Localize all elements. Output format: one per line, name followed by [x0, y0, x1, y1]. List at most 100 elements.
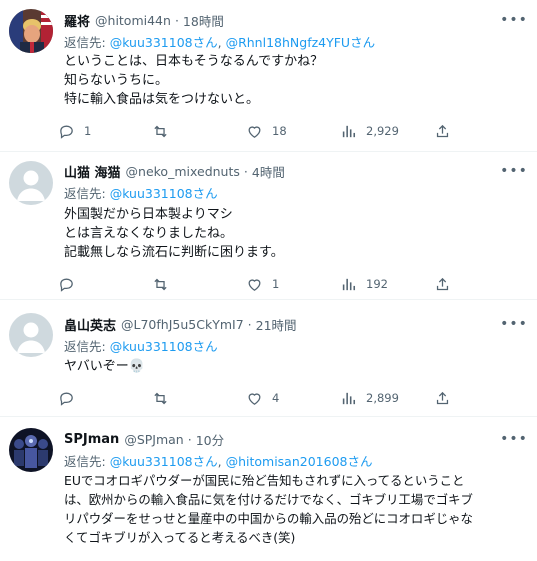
retweet-button[interactable]: [152, 276, 242, 293]
display-name[interactable]: 畠山英志: [64, 315, 116, 334]
retweet-icon: [154, 278, 167, 290]
tweet-text: EUでコオロギパウダーが国民に殆ど告知もされずに入ってるということ は、欧州から…: [64, 471, 523, 547]
reply-icon: [60, 278, 73, 292]
more-icon[interactable]: •••: [500, 163, 527, 179]
views-button[interactable]: 2,929: [340, 123, 430, 140]
like-button[interactable]: 18: [246, 123, 336, 140]
views-count: 2,929: [366, 124, 399, 138]
reply-count: 1: [84, 124, 92, 138]
retweet-icon: [154, 392, 167, 404]
timestamp[interactable]: 18時間: [183, 11, 224, 30]
timestamp[interactable]: 10分: [196, 430, 224, 449]
like-button[interactable]: 4: [246, 390, 336, 407]
timestamp[interactable]: 4時間: [252, 162, 285, 181]
reply-mention[interactable]: @kuu331108さん: [110, 35, 218, 50]
heart-icon: [248, 392, 261, 405]
reply-to-line: 返信先: @kuu331108さん, @hitomisan201608さん: [64, 451, 372, 470]
avatar[interactable]: [9, 9, 53, 53]
like-count: 4: [272, 391, 280, 405]
text-line: とは言えなくなりましたね。: [64, 226, 234, 241]
share-icon: [436, 277, 449, 290]
tweet-header: 畠山英志 @L70fhJ5u5CkYmI7 · 21時間: [64, 314, 297, 334]
display-name[interactable]: 山猫 海猫: [64, 162, 121, 181]
text-line: くてゴキブリが入ってると考えるべき(笑): [64, 530, 296, 545]
avatar[interactable]: [9, 161, 53, 205]
tweet[interactable]: 畠山英志 @L70fhJ5u5CkYmI7 · 21時間 ••• 返信先: @k…: [0, 300, 537, 417]
tweet[interactable]: 山猫 海猫 @neko_mixednuts · 4時間 ••• 返信先: @ku…: [0, 152, 537, 300]
user-handle[interactable]: @SPJman: [124, 432, 183, 447]
action-bar: 4 2,899: [58, 387, 454, 409]
reply-button[interactable]: [58, 276, 148, 293]
retweet-button[interactable]: [152, 123, 242, 140]
timestamp[interactable]: 21時間: [256, 315, 297, 334]
share-button[interactable]: [434, 276, 454, 293]
share-icon: [436, 124, 449, 137]
reply-to-line: 返信先: @kuu331108さん: [64, 336, 218, 355]
retweet-button[interactable]: [152, 390, 242, 407]
tweet-header: 山猫 海猫 @neko_mixednuts · 4時間: [64, 161, 285, 181]
more-icon[interactable]: •••: [500, 316, 527, 332]
reply-button[interactable]: 1: [58, 123, 148, 140]
separator: ·: [174, 12, 179, 28]
tweet-text: ということは、日本もそうなるんですかね？ 知らないうちに。 特に輸入食品は気をつ…: [64, 52, 523, 109]
reply-mention[interactable]: @hitomisan201608さん: [226, 454, 373, 469]
text-line: リパウダーをせっせと量産中の中国からの輸入品の殆どにコオロギじゃな: [64, 511, 473, 526]
views-count: 192: [366, 277, 388, 291]
like-button[interactable]: 1: [246, 276, 336, 293]
display-name[interactable]: 羅将: [64, 11, 90, 30]
retweet-icon: [154, 125, 167, 137]
heart-icon: [248, 278, 261, 291]
reply-to-line: 返信先: @kuu331108さん: [64, 183, 218, 202]
views-count: 2,899: [366, 391, 399, 405]
text-line: は、欧州からの輸入食品に気を付けるだけでなく、ゴキブリ工場でゴキブ: [64, 492, 473, 507]
reply-prefix: 返信先:: [64, 339, 106, 354]
share-icon: [436, 391, 449, 404]
reply-mention[interactable]: @kuu331108さん: [110, 186, 218, 201]
heart-icon: [248, 125, 261, 138]
text-line: 知らないうちに。: [64, 73, 169, 88]
more-icon[interactable]: •••: [500, 12, 527, 28]
reply-icon: [60, 392, 73, 406]
tweet-header: 羅将 @hitomi44n · 18時間: [64, 10, 224, 30]
views-button[interactable]: 2,899: [340, 390, 430, 407]
text-line: ということは、日本もそうなるんですかね？: [64, 54, 324, 69]
tweet[interactable]: SPJman @SPJman · 10分 ••• 返信先: @kuu331108…: [0, 417, 537, 561]
tweet[interactable]: 羅将 @hitomi44n · 18時間 ••• 返信先: @kuu331108…: [0, 0, 537, 152]
reply-prefix: 返信先:: [64, 35, 106, 50]
reply-icon: [60, 125, 73, 139]
user-handle[interactable]: @L70fhJ5u5CkYmI7: [121, 317, 244, 332]
tweet-text: ヤバいぞー💀: [64, 357, 523, 376]
reply-mention[interactable]: @kuu331108さん: [110, 454, 218, 469]
avatar[interactable]: [9, 428, 53, 472]
mention-comma: ,: [217, 35, 226, 50]
text-line: 記載無しなら流石に判断に困ります。: [64, 245, 284, 260]
reply-button[interactable]: [58, 390, 148, 407]
reply-mention[interactable]: @Rhnl18hNgfz4YFUさん: [226, 35, 376, 50]
text-line: 特に輸入食品は気をつけないと。: [64, 92, 260, 107]
views-button[interactable]: 192: [340, 276, 430, 293]
user-handle[interactable]: @hitomi44n: [95, 13, 171, 28]
separator: ·: [247, 316, 252, 332]
avatar[interactable]: [9, 313, 53, 357]
like-count: 18: [272, 124, 287, 138]
user-handle[interactable]: @neko_mixednuts: [126, 164, 240, 179]
analytics-icon: [342, 125, 356, 137]
reply-to-line: 返信先: @kuu331108さん, @Rhnl18hNgfz4YFUさん: [64, 32, 375, 51]
reply-prefix: 返信先:: [64, 186, 106, 201]
text-line: 外国製だから日本製よりマシ: [64, 207, 233, 222]
share-button[interactable]: [434, 123, 454, 140]
tweet-text: 外国製だから日本製よりマシ とは言えなくなりましたね。 記載無しなら流石に判断に…: [64, 205, 523, 262]
action-bar: 1 192: [58, 273, 454, 295]
display-name[interactable]: SPJman: [64, 432, 119, 447]
text-line: EUでコオロギパウダーが国民に殆ど告知もされずに入ってるということ: [64, 473, 465, 488]
mention-comma: ,: [217, 454, 226, 469]
more-icon[interactable]: •••: [500, 431, 527, 447]
tweet-header: SPJman @SPJman · 10分: [64, 429, 224, 449]
action-bar: 1 18 2,929: [58, 120, 454, 142]
like-count: 1: [272, 277, 280, 291]
share-button[interactable]: [434, 390, 454, 407]
text-line: ヤバいぞー💀: [64, 359, 145, 374]
separator: ·: [187, 431, 192, 447]
separator: ·: [243, 163, 248, 179]
reply-mention[interactable]: @kuu331108さん: [110, 339, 218, 354]
